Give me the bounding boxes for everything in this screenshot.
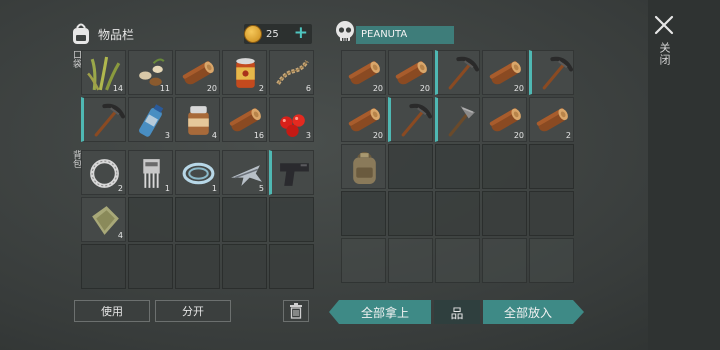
pickaxe-icon bbox=[401, 103, 432, 137]
item-count: 20 bbox=[513, 84, 524, 93]
item-count: 20 bbox=[372, 131, 383, 140]
pickaxe-icon bbox=[94, 103, 125, 137]
item-count: 14 bbox=[112, 84, 123, 93]
trash-icon bbox=[290, 303, 302, 319]
item-count: 2 bbox=[258, 84, 264, 93]
inventory-slot[interactable]: 16 bbox=[222, 97, 267, 142]
inventory-slot[interactable]: 20 bbox=[175, 50, 220, 95]
pistol-icon bbox=[280, 163, 309, 186]
empty-slot[interactable] bbox=[435, 238, 480, 283]
coin-counter: 25 + bbox=[244, 23, 312, 44]
inventory-slot[interactable]: 2 bbox=[81, 150, 126, 195]
backpack-grid: 2 1 1 5 4 bbox=[81, 150, 314, 289]
inventory-slot[interactable] bbox=[388, 97, 433, 142]
item-count: 5 bbox=[258, 184, 264, 193]
inventory-slot[interactable]: 14 bbox=[81, 50, 126, 95]
inventory-slot[interactable] bbox=[435, 50, 480, 95]
item-count: 1 bbox=[164, 184, 170, 193]
item-count: 4 bbox=[117, 231, 123, 240]
split-button[interactable]: 分开 bbox=[155, 300, 231, 322]
inventory-slot[interactable]: 20 bbox=[388, 50, 433, 95]
inventory-slot[interactable]: 1 bbox=[128, 150, 173, 195]
item-count: 16 bbox=[253, 131, 264, 140]
empty-slot[interactable] bbox=[388, 144, 433, 189]
inventory-slot[interactable]: 2 bbox=[222, 50, 267, 95]
pickaxe-icon bbox=[448, 56, 479, 90]
empty-slot[interactable] bbox=[482, 238, 527, 283]
inventory-slot[interactable] bbox=[341, 144, 386, 189]
backpack-header-icon bbox=[73, 23, 89, 44]
empty-slot[interactable] bbox=[175, 197, 220, 242]
item-count: 20 bbox=[206, 84, 217, 93]
inventory-slot[interactable]: 1 bbox=[175, 150, 220, 195]
empty-slot[interactable] bbox=[529, 144, 574, 189]
container-grid: 20 20 20 20 20 2 bbox=[341, 50, 574, 283]
empty-slot[interactable] bbox=[222, 244, 267, 289]
item-count: 2 bbox=[565, 131, 571, 140]
inventory-slot[interactable]: 4 bbox=[81, 197, 126, 242]
item-count: 20 bbox=[513, 131, 524, 140]
empty-slot[interactable] bbox=[81, 244, 126, 289]
empty-slot[interactable] bbox=[435, 144, 480, 189]
inventory-slot[interactable]: 4 bbox=[175, 97, 220, 142]
inventory-slot[interactable]: 6 bbox=[269, 50, 314, 95]
item-count: 20 bbox=[372, 84, 383, 93]
inventory-slot[interactable] bbox=[435, 97, 480, 142]
put-all-button[interactable]: 全部放入 bbox=[483, 300, 573, 324]
sort-button[interactable]: 品 bbox=[434, 300, 480, 324]
item-count: 11 bbox=[159, 84, 170, 93]
empty-slot[interactable] bbox=[482, 144, 527, 189]
inventory-slot[interactable]: 20 bbox=[482, 50, 527, 95]
item-count: 4 bbox=[211, 131, 217, 140]
backpack-icon bbox=[353, 151, 376, 184]
item-count: 1 bbox=[211, 184, 217, 193]
container-name: PEANUTA bbox=[356, 26, 454, 44]
inventory-slot[interactable]: 20 bbox=[341, 97, 386, 142]
inventory-slot[interactable] bbox=[81, 97, 126, 142]
empty-slot[interactable] bbox=[269, 197, 314, 242]
inventory-slot[interactable]: 2 bbox=[529, 97, 574, 142]
take-all-button[interactable]: 全部拿上 bbox=[339, 300, 431, 324]
coin-count: 25 bbox=[266, 28, 279, 40]
empty-slot[interactable] bbox=[128, 244, 173, 289]
inventory-slot[interactable]: 3 bbox=[128, 97, 173, 142]
empty-slot[interactable] bbox=[222, 197, 267, 242]
inventory-slot[interactable] bbox=[269, 150, 314, 195]
coin-icon bbox=[244, 25, 262, 43]
use-button[interactable]: 使用 bbox=[74, 300, 150, 322]
inventory-slot[interactable] bbox=[529, 50, 574, 95]
inventory-header: 物品栏 bbox=[70, 22, 134, 46]
empty-slot[interactable] bbox=[388, 238, 433, 283]
add-coins-button[interactable]: + bbox=[294, 23, 308, 43]
inventory-slot[interactable]: 5 bbox=[222, 150, 267, 195]
empty-slot[interactable] bbox=[341, 191, 386, 236]
quick-slots-grid: 14 11 20 2 6 3 4 16 3 bbox=[81, 50, 314, 142]
item-count: 20 bbox=[419, 84, 430, 93]
item-count: 2 bbox=[117, 184, 123, 193]
empty-slot[interactable] bbox=[128, 197, 173, 242]
item-count: 3 bbox=[305, 131, 311, 140]
inventory-slot[interactable]: 11 bbox=[128, 50, 173, 95]
inventory-slot[interactable]: 20 bbox=[482, 97, 527, 142]
skull-icon bbox=[336, 21, 354, 41]
empty-slot[interactable] bbox=[269, 244, 314, 289]
stone-pickaxe-icon bbox=[448, 106, 475, 137]
close-icon[interactable] bbox=[654, 14, 674, 36]
trash-button[interactable] bbox=[283, 300, 309, 322]
empty-slot[interactable] bbox=[341, 238, 386, 283]
inventory-slot[interactable]: 3 bbox=[269, 97, 314, 142]
empty-slot[interactable] bbox=[435, 191, 480, 236]
empty-slot[interactable] bbox=[482, 191, 527, 236]
empty-slot[interactable] bbox=[388, 191, 433, 236]
item-count: 6 bbox=[305, 84, 311, 93]
empty-slot[interactable] bbox=[175, 244, 220, 289]
empty-slot[interactable] bbox=[529, 191, 574, 236]
empty-slot[interactable] bbox=[529, 238, 574, 283]
inventory-slot[interactable]: 20 bbox=[341, 50, 386, 95]
pickaxe-icon bbox=[542, 56, 573, 90]
item-count: 3 bbox=[164, 131, 170, 140]
close-label[interactable]: 关闭 bbox=[654, 42, 672, 66]
inventory-title: 物品栏 bbox=[98, 27, 135, 42]
